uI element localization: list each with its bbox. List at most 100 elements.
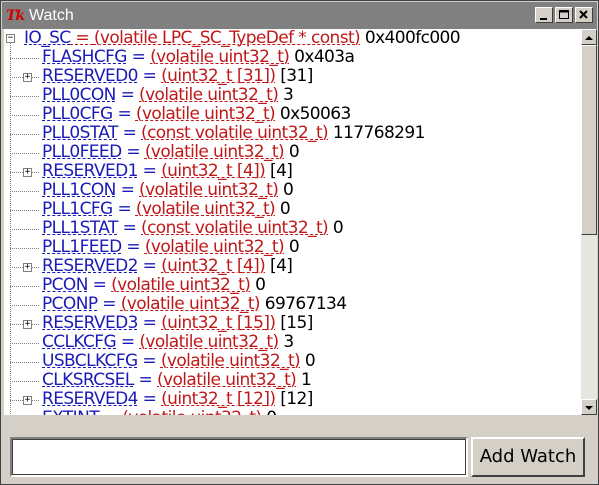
expand-icon[interactable]: + <box>23 73 32 82</box>
tree-row-type: (volatile uint32_t) <box>157 370 297 390</box>
title-bar[interactable]: Tk Watch <box>2 2 597 29</box>
tree-row-type: (uint32_t [15]) <box>161 313 276 333</box>
tree-row-type: (const volatile uint32_t) <box>141 218 329 238</box>
tree-row-name: PLL1FEED <box>42 237 122 257</box>
tree-row[interactable]: PLL1FEED = (volatile uint32_t) 0 <box>42 237 300 257</box>
tree-row[interactable]: PCONP = (volatile uint32_t) 69767134 <box>42 294 347 314</box>
tree-row-name: PLL1CFG <box>42 199 113 219</box>
tree-row-type: (volatile uint32_t) <box>122 408 262 416</box>
tree-root-value: 0x400fc000 <box>364 29 461 48</box>
tree-row-value: [4] <box>270 256 293 276</box>
horizontal-scrollbar[interactable] <box>4 415 581 431</box>
add-watch-button[interactable]: Add Watch <box>471 437 585 477</box>
tree-root-type: (volatile LPC_SC_TypeDef * const) <box>93 29 361 48</box>
tree-row-value: 3 <box>283 332 294 352</box>
tree-row-name: USBCLKCFG <box>42 351 138 371</box>
tree-row[interactable]: RESERVED2 = (uint32_t [4]) [4] <box>42 256 293 276</box>
tree-row-sep: = <box>99 408 122 416</box>
expand-icon[interactable]: + <box>23 263 32 272</box>
tree-row[interactable]: RESERVED3 = (uint32_t [15]) [15] <box>42 314 313 333</box>
tree-row-type: (volatile uint32_t) <box>135 104 276 124</box>
tree-row-type: (volatile uint32_t) <box>139 180 279 200</box>
watch-expression-input[interactable] <box>10 437 468 477</box>
tree-row[interactable]: PLL1CFG = (volatile uint32_t) 0 <box>42 199 291 219</box>
tree-row-value: 0 <box>304 351 316 371</box>
tree-row[interactable]: CCLKCFG = (volatile uint32_t) 3 <box>42 333 294 352</box>
tree-row-type: (const volatile uint32_t) <box>141 123 329 143</box>
tree-row-name: PLL0FEED <box>42 142 122 162</box>
tree-row-sep: = <box>137 66 162 86</box>
tree-row-value: 0x50063 <box>279 104 351 124</box>
tree-row-value: 0 <box>288 142 300 162</box>
tree-row-name: RESERVED3 <box>42 313 138 333</box>
tree-row-name: PLL0CFG <box>42 104 113 124</box>
tree-row-type: (uint32_t [4]) <box>161 161 266 181</box>
watch-tree[interactable]: − IO_SC = (volatile LPC_SC_TypeDef * con… <box>4 29 581 415</box>
window-title: Watch <box>29 7 74 24</box>
watch-window: Tk Watch − IO_SC = (volatile LPC_SC_Type… <box>0 0 599 485</box>
minimize-button[interactable] <box>535 7 553 23</box>
tree-row-type: (volatile uint32_t) <box>135 199 276 219</box>
tree-row-sep: = <box>126 47 151 67</box>
tree-row[interactable]: USBCLKCFG = (volatile uint32_t) 0 <box>42 351 316 371</box>
collapse-icon[interactable]: − <box>6 34 15 43</box>
tree-row-value: 69767134 <box>264 294 347 314</box>
tree-row[interactable]: PLL0CON = (volatile uint32_t) 3 <box>42 85 294 105</box>
tree-row-sep: = <box>117 218 142 238</box>
tree-row[interactable]: PLL0FEED = (volatile uint32_t) 0 <box>42 142 300 162</box>
expand-icon[interactable]: + <box>23 320 32 329</box>
tree-row-type: (volatile uint32_t) <box>139 332 279 352</box>
maximize-icon <box>559 10 569 19</box>
tree-row[interactable]: RESERVED4 = (uint32_t [12]) [12] <box>42 390 313 409</box>
tree-row-sep: = <box>133 370 157 390</box>
expand-icon[interactable]: + <box>23 168 32 177</box>
scroll-down-button[interactable] <box>581 399 597 415</box>
tree-row-name: CCLKCFG <box>42 332 117 352</box>
tree-row-value: 0x403a <box>294 47 355 67</box>
scroll-up-button[interactable] <box>581 29 597 45</box>
tree-root-row[interactable]: IO_SC = (volatile LPC_SC_TypeDef * const… <box>24 29 461 48</box>
tree-row-value: [4] <box>270 161 293 181</box>
tree-row-sep: = <box>87 275 112 295</box>
tree-row-sep: = <box>115 180 140 200</box>
tree-row[interactable]: PLL1STAT = (const volatile uint32_t) 0 <box>42 218 344 238</box>
tree-row-sep: = <box>137 161 162 181</box>
maximize-button[interactable] <box>555 7 573 23</box>
tree-row-type: (uint32_t [4]) <box>161 256 266 276</box>
tree-row-sep: = <box>112 104 136 124</box>
scroll-thumb[interactable] <box>581 45 597 235</box>
tree-row-value: 3 <box>283 85 294 105</box>
tree-root-name: IO_SC <box>24 29 71 48</box>
tree-row-sep: = <box>97 294 121 314</box>
tree-row-name: RESERVED2 <box>42 256 138 276</box>
window-controls <box>533 7 593 23</box>
tree-row-type: (uint32_t [12]) <box>161 389 276 409</box>
tree-row-value: 117768291 <box>332 123 426 143</box>
vertical-scrollbar[interactable] <box>581 29 597 415</box>
tree-row-sep: = <box>137 351 161 371</box>
tree-row[interactable]: PCON = (volatile uint32_t) 0 <box>42 275 266 295</box>
tree-row[interactable]: RESERVED1 = (uint32_t [4]) [4] <box>42 161 293 181</box>
tree-row[interactable]: FLASHCFG = (volatile uint32_t) 0x403a <box>42 47 355 67</box>
tree-row-value: 0 <box>283 180 294 200</box>
close-icon <box>579 10 588 19</box>
tree-row[interactable]: RESERVED0 = (uint32_t [31]) [31] <box>42 67 313 86</box>
expand-icon[interactable]: + <box>23 396 32 405</box>
close-button[interactable] <box>575 7 593 23</box>
tree-row-name: PCONP <box>42 294 98 314</box>
tree-row-value: [31] <box>280 66 313 86</box>
tree-row-name: CLKSRCSEL <box>42 370 134 390</box>
tree-row-name: RESERVED1 <box>42 161 138 181</box>
tree-row[interactable]: CLKSRCSEL = (volatile uint32_t) 1 <box>42 370 312 390</box>
tree-row-name: PLL0STAT <box>42 123 118 143</box>
tree-row-type: (uint32_t [31]) <box>161 66 276 86</box>
tree-root-sep: = <box>70 29 94 48</box>
tree-row-type: (volatile uint32_t) <box>150 47 290 67</box>
tree-row[interactable]: PLL0CFG = (volatile uint32_t) 0x50063 <box>42 105 351 124</box>
tree-row-name: RESERVED4 <box>42 389 138 409</box>
tree-row-sep: = <box>121 142 145 162</box>
tree-row[interactable]: PLL0STAT = (const volatile uint32_t) 117… <box>42 124 425 143</box>
tree-row[interactable]: PLL1CON = (volatile uint32_t) 0 <box>42 180 294 200</box>
tree-row-value: 0 <box>279 199 291 219</box>
tree-row-sep: = <box>121 237 145 257</box>
